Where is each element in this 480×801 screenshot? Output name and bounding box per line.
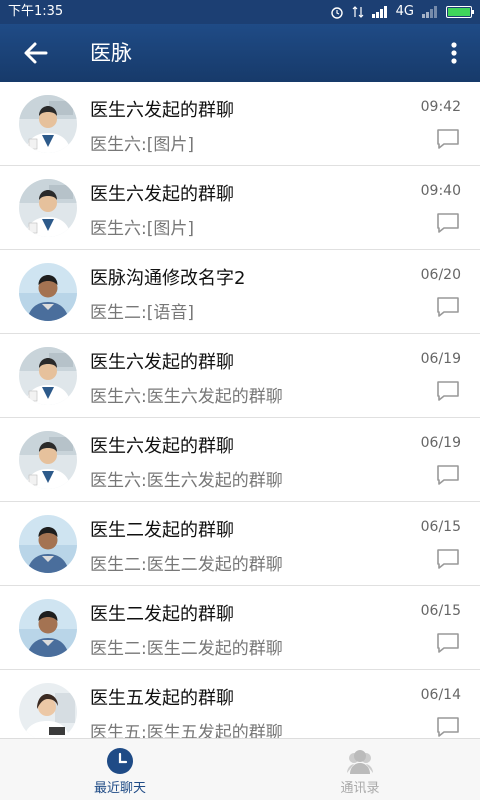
tab-recent-chats[interactable]: 最近聊天 <box>0 739 240 801</box>
more-options-icon[interactable] <box>442 37 466 69</box>
app-header: 医脉 <box>0 24 480 82</box>
tab-contacts-label: 通讯录 <box>340 781 380 796</box>
chat-time: 06/15 <box>420 519 461 535</box>
chat-name: 医生六发起的群聊 <box>90 100 234 121</box>
chat-name: 医生六发起的群聊 <box>90 184 234 205</box>
avatar[interactable] <box>19 95 77 153</box>
avatar[interactable] <box>19 431 77 489</box>
tab-recent-chats-label: 最近聊天 <box>93 781 146 796</box>
chat-time: 06/19 <box>420 351 461 367</box>
chat-name: 医生六发起的群聊 <box>90 436 234 457</box>
chat-list-item[interactable]: 医生六发起的群聊医生六:医生六发起的群聊 06/19 <box>0 334 480 418</box>
chat-name: 医生五发起的群聊 <box>90 688 234 709</box>
avatar[interactable] <box>19 263 77 321</box>
avatar[interactable] <box>19 599 77 657</box>
chat-list-item[interactable]: 医生五发起的群聊医生五:医生五发起的群聊 06/14 <box>0 670 480 738</box>
chat-list: 医生六发起的群聊 医生六:[图片] 09:42 医生六发起的群聊 医生六:[图片] 09:… <box>0 82 480 738</box>
chat-preview: 医生六:医生六发起的群聊 <box>90 471 283 491</box>
avatar[interactable] <box>19 347 77 405</box>
chat-preview: 医生六:医生六发起的群聊 <box>90 387 283 407</box>
status-time: 下午1:35 <box>8 4 64 19</box>
clock-icon <box>107 748 133 774</box>
message-bubble-icon[interactable] <box>436 128 460 150</box>
chat-preview: 医生五:医生五发起的群聊 <box>90 723 283 738</box>
message-bubble-icon[interactable] <box>436 296 460 318</box>
chat-name: 医生二发起的群聊 <box>90 604 234 625</box>
contacts-icon <box>347 750 373 774</box>
status-icons: 4G <box>330 0 474 24</box>
chat-list-item[interactable]: 医生二发起的群聊医生二:医生二发起的群聊 06/15 <box>0 586 480 670</box>
chat-name: 医生六发起的群聊 <box>90 352 234 373</box>
chat-preview: 医生二:[语音] <box>90 303 194 323</box>
signal-icon <box>371 6 387 18</box>
chat-list-item[interactable]: 医生六发起的群聊医生六:医生六发起的群聊 06/19 <box>0 418 480 502</box>
data-transfer-icon <box>352 6 364 18</box>
avatar[interactable] <box>19 515 77 573</box>
chat-preview: 医生二:医生二发起的群聊 <box>90 639 283 659</box>
message-bubble-icon[interactable] <box>436 548 460 570</box>
chat-list-item[interactable]: 医脉沟通修改名字2 医生二:[语音] 06/20 <box>0 250 480 334</box>
avatar[interactable] <box>19 179 77 237</box>
message-bubble-icon[interactable] <box>436 380 460 402</box>
alarm-icon <box>330 7 343 19</box>
message-bubble-icon[interactable] <box>436 632 460 654</box>
page-title: 医脉 <box>90 41 132 65</box>
chat-name: 医生二发起的群聊 <box>90 520 234 541</box>
chat-time: 09:40 <box>420 183 461 199</box>
chat-preview: 医生六:[图片] <box>90 219 194 239</box>
chat-time: 06/15 <box>420 603 461 619</box>
status-bar: 下午1:35 4G <box>0 0 480 24</box>
chat-time: 06/14 <box>420 687 461 703</box>
chat-name: 医脉沟通修改名字2 <box>90 268 246 289</box>
message-bubble-icon[interactable] <box>436 464 460 486</box>
chat-preview: 医生二:医生二发起的群聊 <box>90 555 283 575</box>
chat-preview: 医生六:[图片] <box>90 135 194 155</box>
chat-time: 06/20 <box>420 267 461 283</box>
tab-contacts[interactable]: 通讯录 <box>240 739 480 801</box>
network-type: 4G <box>395 4 414 19</box>
battery-icon <box>446 6 474 18</box>
message-bubble-icon[interactable] <box>436 212 460 234</box>
chat-list-item[interactable]: 医生二发起的群聊医生二:医生二发起的群聊 06/15 <box>0 502 480 586</box>
bottom-nav: 最近聊天 通讯录 <box>0 738 480 800</box>
chat-time: 06/19 <box>420 435 461 451</box>
chat-list-item[interactable]: 医生六发起的群聊 医生六:[图片] 09:40 <box>0 166 480 250</box>
signal-weak-icon <box>422 6 437 18</box>
message-bubble-icon[interactable] <box>436 716 460 738</box>
chat-list-item[interactable]: 医生六发起的群聊 医生六:[图片] 09:42 <box>0 82 480 166</box>
avatar[interactable] <box>19 683 77 738</box>
chat-time: 09:42 <box>420 99 461 115</box>
back-arrow-icon[interactable] <box>18 37 54 69</box>
